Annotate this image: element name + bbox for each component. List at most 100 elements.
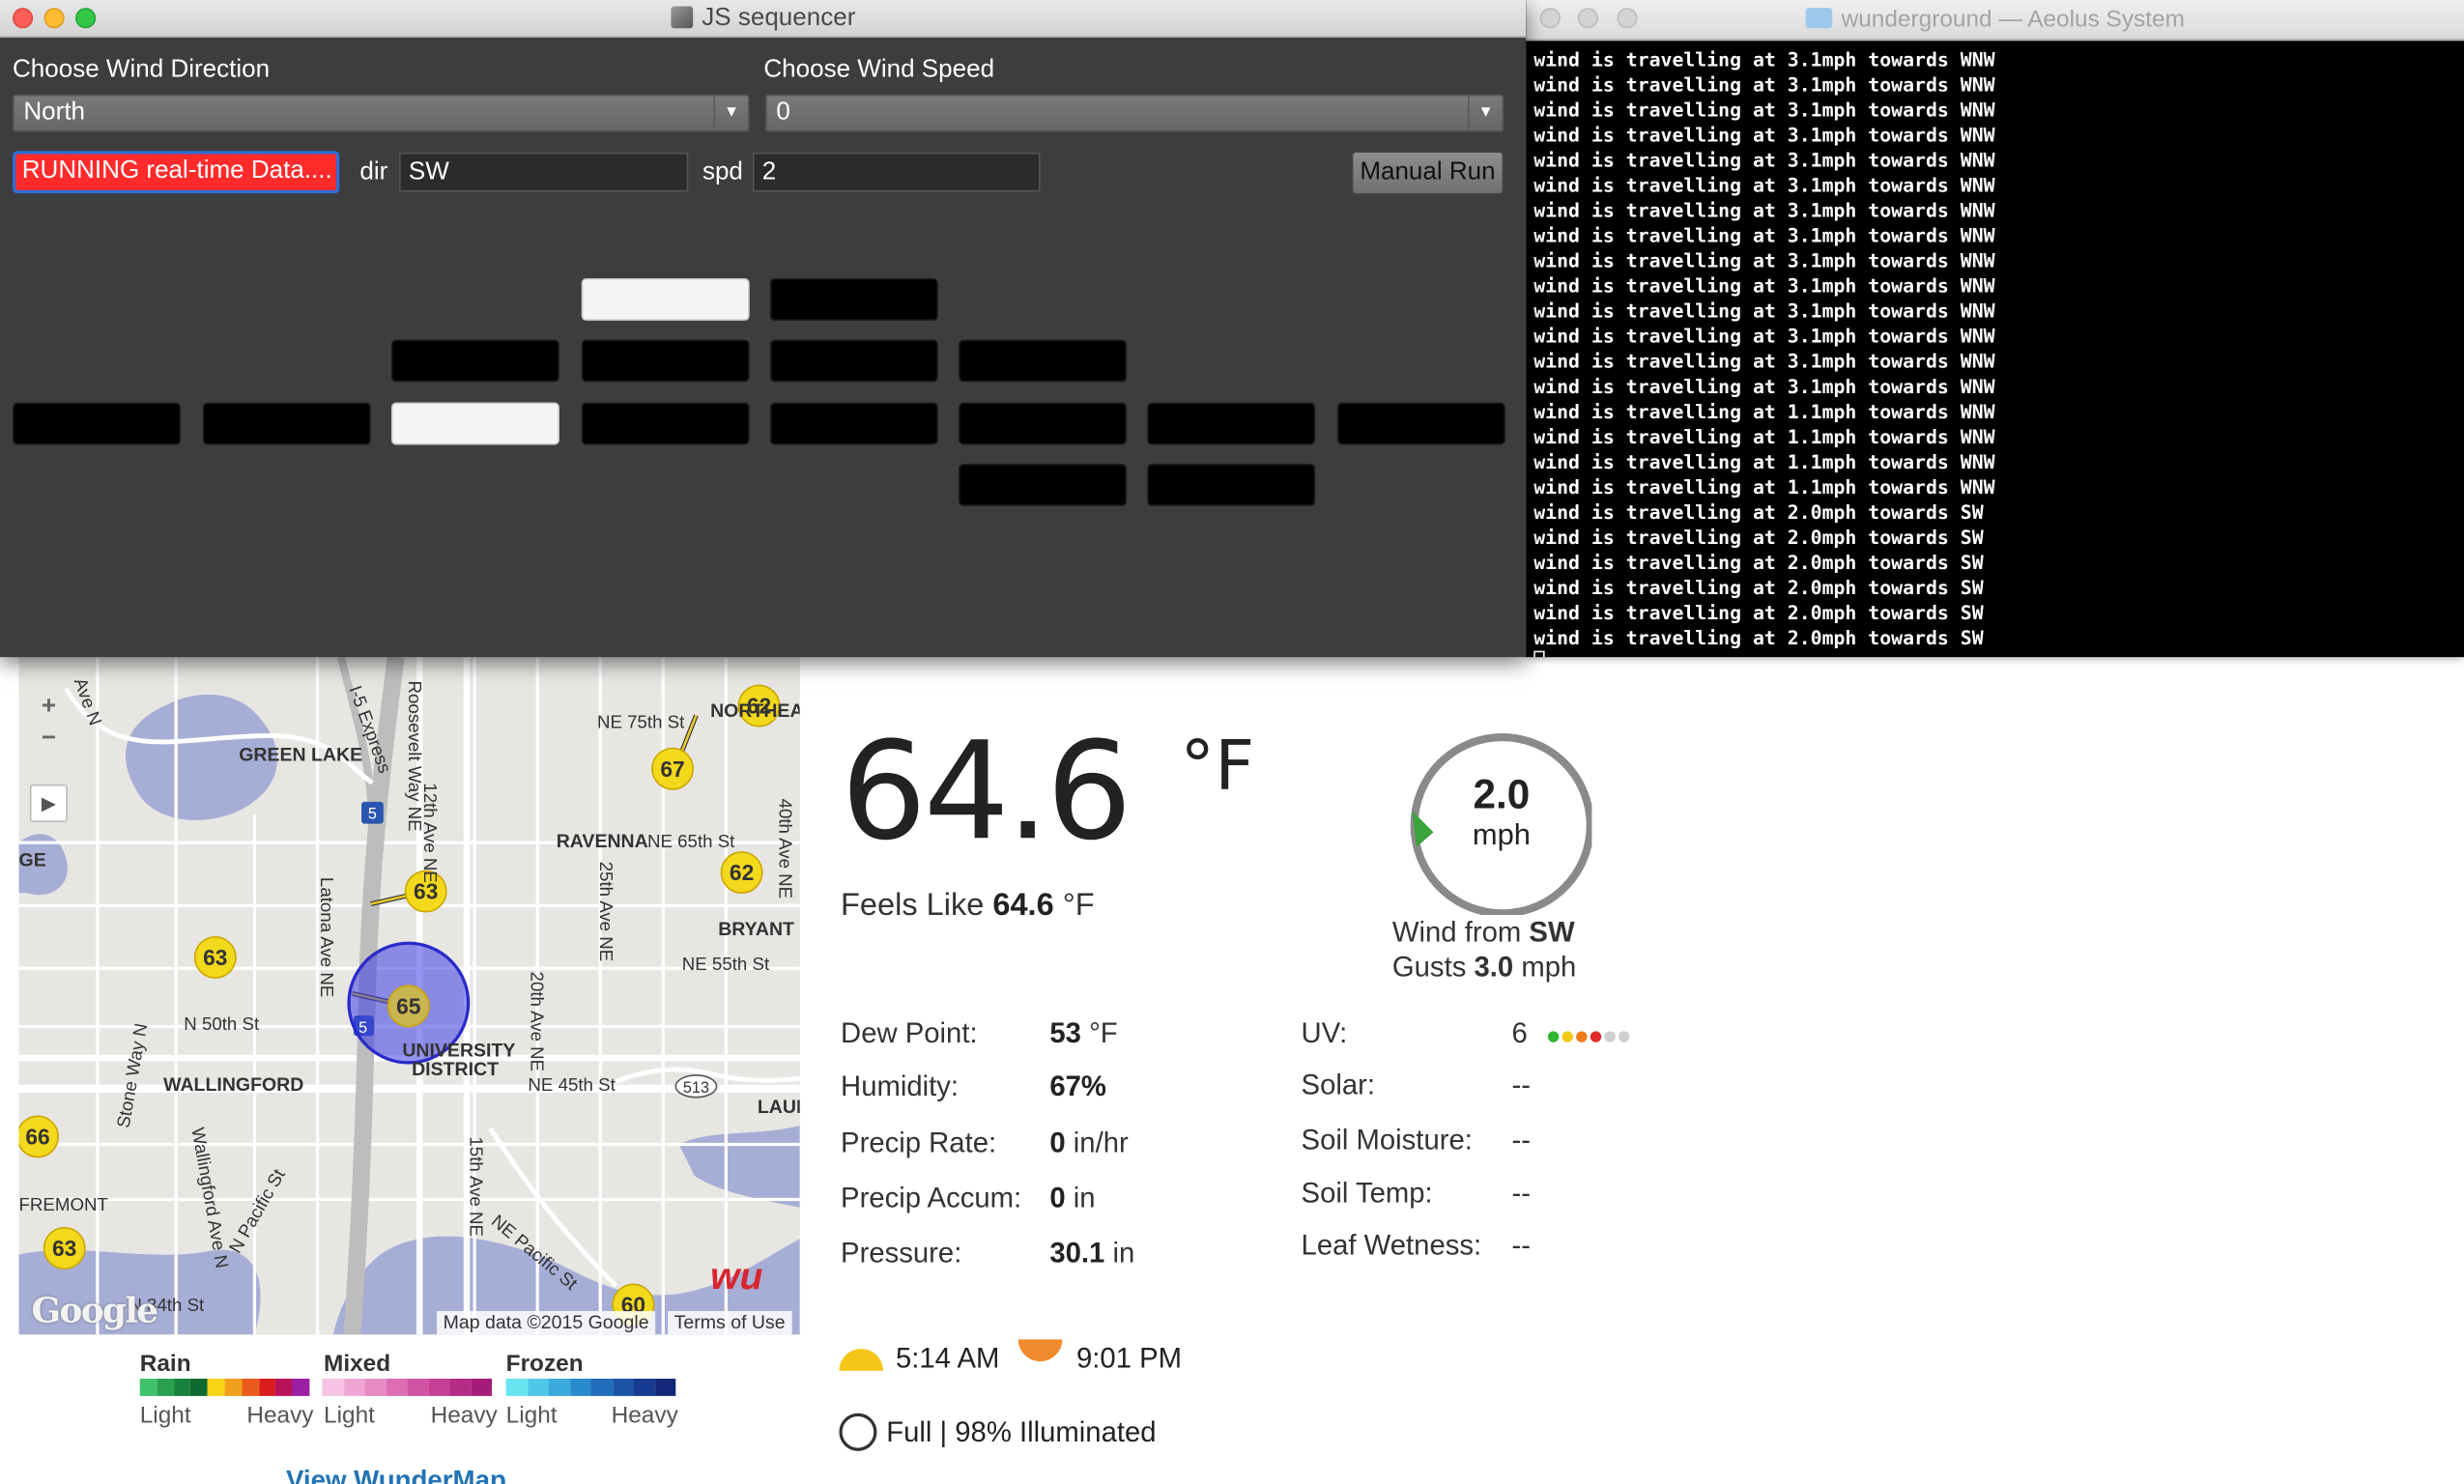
sequencer-step[interactable] bbox=[769, 402, 938, 445]
view-wundermap-link[interactable]: View WunderMap bbox=[286, 1465, 506, 1484]
precip-accum-label: Precip Accum: bbox=[841, 1182, 1022, 1214]
sequencer-step[interactable] bbox=[581, 278, 750, 321]
sequencer-step[interactable] bbox=[581, 402, 750, 445]
wind-direction-select[interactable]: North ▼ bbox=[13, 94, 750, 132]
sequencer-title: JS sequencer bbox=[0, 5, 1526, 33]
humidity-value: 67% bbox=[1049, 1070, 1106, 1102]
terminal-line: wind is travelling at 3.1mph towards WNW bbox=[1533, 124, 1995, 147]
feels-like: Feels Like 64.6 °F bbox=[841, 888, 1095, 924]
terminal-line: wind is travelling at 3.1mph towards WNW bbox=[1533, 149, 1995, 172]
weather-station-marker[interactable]: 63 bbox=[193, 935, 237, 979]
sequencer-step[interactable] bbox=[1336, 402, 1505, 445]
dew-point-label: Dew Point: bbox=[841, 1016, 978, 1049]
svg-text:67: 67 bbox=[660, 756, 684, 782]
legend-frozen: Frozen bbox=[505, 1350, 584, 1378]
wind-direction-value: North bbox=[23, 99, 86, 127]
solar-label: Solar: bbox=[1301, 1069, 1376, 1100]
gusts-unit: mph bbox=[1521, 951, 1577, 983]
terminal-output[interactable]: wind is travelling at 3.1mph towards WNW… bbox=[1533, 47, 2461, 658]
legend-rain-heavy: Heavy bbox=[246, 1402, 314, 1430]
sequencer-titlebar[interactable]: JS sequencer bbox=[0, 0, 1527, 39]
terminal-line: wind is travelling at 3.1mph towards WNW bbox=[1533, 174, 1995, 197]
map-label: 20th Ave NE bbox=[528, 972, 548, 1072]
sunset-time: 9:01 PM bbox=[1076, 1342, 1183, 1375]
terminal-titlebar[interactable]: wunderground — Aeolus System bbox=[1526, 0, 2464, 42]
sequencer-step[interactable] bbox=[959, 339, 1128, 383]
map-label: BRYANT bbox=[718, 919, 794, 940]
play-icon[interactable]: ▶ bbox=[29, 784, 68, 822]
dir-field[interactable]: SW bbox=[399, 152, 689, 192]
map-canvas[interactable]: 636762626365666360 GREEN LAKERAVENNA NE 6… bbox=[18, 657, 800, 1335]
weather-station-marker[interactable]: 66 bbox=[18, 1115, 59, 1158]
terminal-line: wind is travelling at 3.1mph towards WNW bbox=[1533, 199, 1995, 222]
cursor-icon bbox=[1533, 650, 1545, 658]
wundermap[interactable]: 63 67 62 62 63 65 66 63 60 GREEN LAKE RAVENNA NE 6… bbox=[18, 657, 800, 1335]
zoom-in-button[interactable]: + bbox=[32, 692, 67, 724]
precip-accum-value: 0 bbox=[1049, 1182, 1066, 1214]
wind-from-value: SW bbox=[1529, 916, 1575, 949]
sequencer-step[interactable] bbox=[769, 278, 938, 321]
map-label: 15th Ave NE bbox=[466, 1136, 486, 1237]
svg-text:63: 63 bbox=[203, 945, 227, 970]
wind-from: Wind from SW bbox=[1392, 917, 1575, 950]
terminal-line: wind is travelling at 3.1mph towards WNW bbox=[1533, 224, 1995, 247]
sequencer-step[interactable] bbox=[1147, 402, 1316, 445]
terminal-line: wind is travelling at 3.1mph towards WNW bbox=[1533, 274, 1995, 298]
sun-times: 5:14 AM 9:01 PM bbox=[838, 1339, 1309, 1380]
folder-icon bbox=[1805, 8, 1832, 29]
sequencer-step[interactable] bbox=[390, 402, 559, 445]
sequencer-step[interactable] bbox=[390, 339, 559, 383]
dir-label: dir bbox=[359, 158, 388, 186]
weather-station-marker[interactable]: 67 bbox=[651, 747, 695, 790]
terminal-line: wind is travelling at 2.0mph towards SW bbox=[1533, 577, 1984, 599]
map-label: NE 55th St bbox=[682, 954, 770, 974]
chevron-down-icon[interactable]: ▼ bbox=[1467, 96, 1503, 131]
pressure: 30.1 in bbox=[1049, 1238, 1134, 1270]
sequencer-step[interactable] bbox=[1147, 464, 1316, 506]
moon-phase: Full | 98% Illuminated bbox=[838, 1412, 1309, 1452]
svg-text:63: 63 bbox=[52, 1236, 76, 1261]
terminal-title: wunderground — Aeolus System bbox=[1526, 7, 2464, 33]
zoom-out-button[interactable]: − bbox=[32, 723, 67, 755]
terminal-window[interactable]: wunderground — Aeolus System wind is tra… bbox=[1526, 0, 2464, 658]
spd-field[interactable]: 2 bbox=[752, 152, 1041, 192]
weather-station-marker[interactable]: 65 bbox=[387, 985, 430, 1028]
interstate-5-shield: 5 bbox=[368, 806, 377, 823]
terminal-line: wind is travelling at 2.0mph towards SW bbox=[1533, 602, 1984, 624]
sequencer-step[interactable] bbox=[769, 339, 938, 383]
soil-moisture-value: -- bbox=[1511, 1124, 1531, 1156]
sequencer-step[interactable] bbox=[581, 339, 750, 383]
map-label: N 50th St bbox=[184, 1013, 260, 1034]
running-status-button[interactable]: RUNNING real-time Data.... bbox=[13, 151, 340, 194]
sunrise-time: 5:14 AM bbox=[895, 1342, 1000, 1375]
dew-point: 53 °F bbox=[1049, 1017, 1117, 1050]
map-label: LAUR bbox=[758, 1097, 800, 1118]
terms-of-use-link[interactable]: Terms of Use bbox=[668, 1311, 792, 1335]
terminal-line: wind is travelling at 3.1mph towards WNW bbox=[1533, 99, 1995, 122]
terminal-line: wind is travelling at 3.1mph towards WNW bbox=[1533, 375, 1995, 398]
terminal-line: wind is travelling at 2.0mph towards SW bbox=[1533, 501, 1984, 524]
sequencer-step[interactable] bbox=[202, 402, 371, 445]
weather-station-marker[interactable]: 63 bbox=[43, 1226, 86, 1270]
sequencer-step[interactable] bbox=[13, 402, 182, 445]
legend-rain-light: Light bbox=[139, 1402, 191, 1430]
map-attribution: Map data ©2015 Google bbox=[437, 1311, 656, 1335]
soil-temp-label: Soil Temp: bbox=[1301, 1177, 1433, 1210]
precip-legend: Rain Mixed Frozen Light Heavy Light Heav… bbox=[139, 1350, 682, 1445]
terminal-line: wind is travelling at 1.1mph towards WNW bbox=[1533, 450, 1995, 473]
sunrise-icon bbox=[839, 1349, 883, 1371]
weather-station-marker[interactable]: 62 bbox=[720, 851, 763, 895]
sequencer-step[interactable] bbox=[959, 464, 1128, 506]
feels-like-label: Feels Like bbox=[841, 888, 985, 924]
manual-run-button[interactable]: Manual Run bbox=[1351, 151, 1504, 195]
legend-mixed: Mixed bbox=[324, 1350, 391, 1378]
pressure-value: 30.1 bbox=[1049, 1237, 1105, 1270]
legend-frozen-light: Light bbox=[505, 1402, 558, 1430]
chevron-down-icon[interactable]: ▼ bbox=[713, 96, 748, 131]
sequencer-step[interactable] bbox=[959, 402, 1128, 445]
solar-value: -- bbox=[1511, 1069, 1531, 1100]
terminal-line: wind is travelling at 3.1mph towards WNW bbox=[1533, 350, 1995, 373]
wind-speed-select[interactable]: 0 ▼ bbox=[764, 94, 1504, 132]
precip-rate-label: Precip Rate: bbox=[841, 1127, 997, 1159]
sequencer-window[interactable]: JS sequencer Choose Wind Direction North… bbox=[0, 0, 1527, 658]
